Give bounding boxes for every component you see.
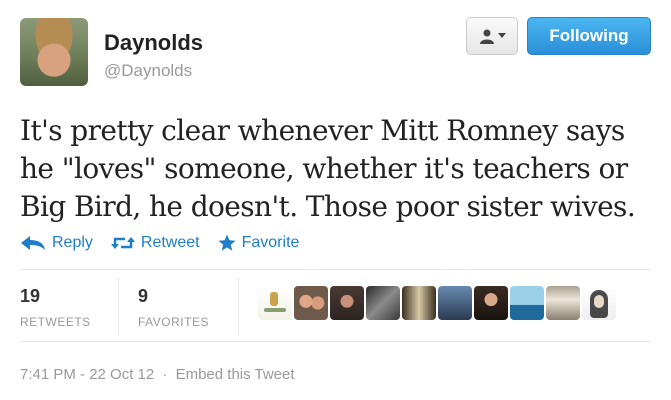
user-icon [479,29,494,44]
reply-label: Reply [52,234,93,251]
user-handle[interactable]: @Daynolds [104,61,192,81]
divider [118,278,119,336]
retweets-label: RETWEETS [20,315,91,329]
favorites-stat[interactable]: 9 FAVORITES [138,286,209,329]
tweet-text: It's pretty clear whenever Mitt Romney s… [20,114,636,223]
avatar[interactable] [438,286,472,320]
favorites-label: FAVORITES [138,315,209,329]
user-name[interactable]: Daynolds [104,30,203,56]
avatar[interactable] [510,286,544,320]
avatar[interactable] [546,286,580,320]
tweet-actions: Reply Retweet Favorite [20,234,299,252]
star-icon [218,234,236,251]
embed-tweet-link[interactable]: Embed this Tweet [176,366,295,383]
retweet-label: Retweet [140,234,200,251]
divider [20,341,651,342]
user-actions-dropdown[interactable] [466,17,518,55]
tweet-meta: 7:41 PM - 22 Oct 12 · Embed this Tweet [20,366,295,383]
following-button[interactable]: Following [527,17,651,55]
avatar[interactable] [20,18,88,86]
avatar[interactable] [474,286,508,320]
reply-action[interactable]: Reply [20,234,93,252]
avatar[interactable] [330,286,364,320]
favorites-count: 9 [138,286,149,306]
reply-icon [21,236,45,250]
favorite-action[interactable]: Favorite [218,234,300,252]
avatar[interactable] [582,286,616,320]
timestamp[interactable]: 7:41 PM - 22 Oct 12 [20,366,154,383]
favorite-label: Favorite [241,234,300,251]
retweet-action[interactable]: Retweet [110,234,200,252]
avatar[interactable] [402,286,436,320]
retweet-icon [110,237,135,249]
chevron-down-icon [497,33,506,38]
meta-separator: · [162,366,168,383]
retweets-count: 19 [20,286,41,306]
divider [20,269,651,270]
avatar[interactable] [258,286,292,320]
favoriter-avatars [258,286,616,320]
avatar[interactable] [294,286,328,320]
divider [238,278,239,336]
avatar[interactable] [366,286,400,320]
retweets-stat[interactable]: 19 RETWEETS [20,286,91,329]
